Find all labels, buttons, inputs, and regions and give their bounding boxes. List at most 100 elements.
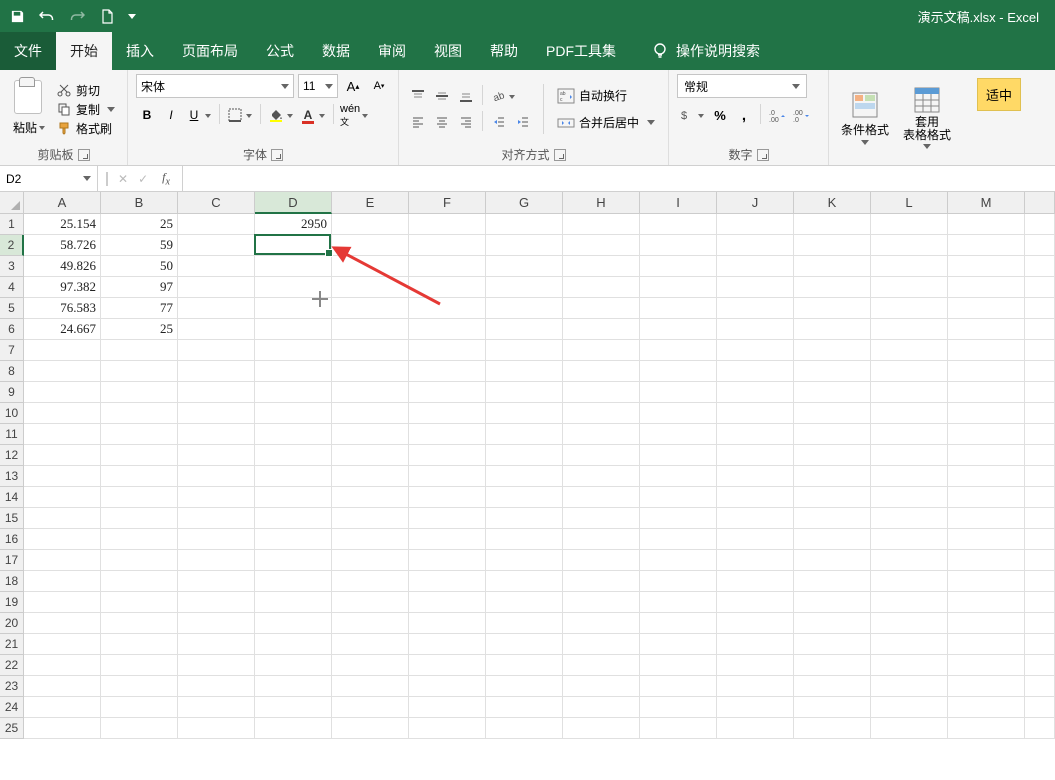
cell[interactable] — [948, 256, 1025, 277]
row-header[interactable]: 13 — [0, 466, 24, 487]
cell[interactable] — [1025, 508, 1055, 529]
cell[interactable] — [486, 718, 563, 739]
cell[interactable] — [717, 613, 794, 634]
cell[interactable] — [24, 676, 101, 697]
column-header[interactable]: M — [948, 192, 1025, 214]
cell[interactable] — [640, 550, 717, 571]
merge-center-button[interactable]: 合并后居中 — [553, 112, 659, 133]
cell[interactable] — [640, 256, 717, 277]
cell[interactable] — [101, 445, 178, 466]
cell[interactable] — [794, 214, 871, 235]
cell[interactable] — [640, 298, 717, 319]
cell[interactable] — [24, 571, 101, 592]
cell[interactable] — [178, 277, 255, 298]
column-header[interactable]: K — [794, 192, 871, 214]
cell[interactable] — [486, 235, 563, 256]
border-button[interactable] — [225, 104, 255, 126]
cell[interactable] — [178, 319, 255, 340]
cell[interactable] — [794, 361, 871, 382]
align-left-button[interactable] — [407, 111, 429, 133]
cell[interactable] — [1025, 235, 1055, 256]
cell[interactable] — [794, 466, 871, 487]
cell[interactable] — [794, 655, 871, 676]
cell[interactable] — [948, 655, 1025, 676]
cell[interactable] — [409, 319, 486, 340]
cell[interactable] — [101, 403, 178, 424]
cell[interactable] — [409, 277, 486, 298]
cell[interactable] — [871, 277, 948, 298]
cell[interactable] — [794, 529, 871, 550]
redo-button[interactable] — [66, 5, 88, 27]
cell[interactable] — [24, 487, 101, 508]
cell[interactable] — [24, 340, 101, 361]
tab-formulas[interactable]: 公式 — [252, 32, 308, 70]
cell[interactable] — [948, 697, 1025, 718]
column-header[interactable]: B — [101, 192, 178, 214]
cell[interactable] — [717, 592, 794, 613]
row-header[interactable]: 19 — [0, 592, 24, 613]
cell[interactable] — [101, 550, 178, 571]
cell[interactable] — [871, 592, 948, 613]
cell[interactable] — [948, 571, 1025, 592]
cell[interactable] — [24, 403, 101, 424]
cell[interactable] — [332, 256, 409, 277]
cell[interactable] — [409, 571, 486, 592]
row-header[interactable]: 24 — [0, 697, 24, 718]
row-header[interactable]: 12 — [0, 445, 24, 466]
number-format-select[interactable]: 常规 — [677, 74, 807, 98]
cell[interactable] — [717, 382, 794, 403]
cell[interactable] — [255, 592, 332, 613]
cell[interactable] — [332, 571, 409, 592]
cell[interactable] — [255, 382, 332, 403]
cell[interactable] — [178, 634, 255, 655]
cell[interactable] — [255, 319, 332, 340]
cell[interactable] — [101, 676, 178, 697]
cell[interactable] — [640, 466, 717, 487]
cell[interactable] — [255, 718, 332, 739]
cell[interactable] — [1025, 424, 1055, 445]
cell[interactable] — [178, 592, 255, 613]
cell[interactable] — [563, 571, 640, 592]
cell[interactable] — [332, 214, 409, 235]
cell[interactable] — [255, 424, 332, 445]
undo-button[interactable] — [36, 5, 58, 27]
cell[interactable] — [948, 424, 1025, 445]
cell[interactable] — [948, 319, 1025, 340]
cell[interactable] — [24, 613, 101, 634]
cell[interactable] — [948, 382, 1025, 403]
align-right-button[interactable] — [455, 111, 477, 133]
cell[interactable] — [563, 340, 640, 361]
cell[interactable] — [178, 508, 255, 529]
cell[interactable] — [871, 571, 948, 592]
cell[interactable] — [178, 445, 255, 466]
cell[interactable] — [640, 277, 717, 298]
cell[interactable] — [563, 424, 640, 445]
cell[interactable] — [794, 634, 871, 655]
row-header[interactable]: 25 — [0, 718, 24, 739]
cell[interactable] — [255, 256, 332, 277]
cell[interactable] — [948, 445, 1025, 466]
align-middle-button[interactable] — [431, 85, 453, 107]
cell[interactable] — [640, 382, 717, 403]
cell[interactable] — [332, 655, 409, 676]
cell[interactable] — [1025, 382, 1055, 403]
cell[interactable]: 59 — [101, 235, 178, 256]
cell[interactable] — [794, 613, 871, 634]
cell[interactable] — [1025, 592, 1055, 613]
cell[interactable] — [1025, 634, 1055, 655]
cell[interactable] — [794, 571, 871, 592]
column-header[interactable]: J — [717, 192, 794, 214]
cell[interactable] — [255, 508, 332, 529]
cell[interactable] — [486, 319, 563, 340]
cell[interactable] — [101, 424, 178, 445]
cell[interactable] — [871, 445, 948, 466]
cell[interactable] — [101, 613, 178, 634]
cell[interactable] — [409, 235, 486, 256]
cell[interactable] — [871, 298, 948, 319]
cell[interactable] — [101, 508, 178, 529]
cell[interactable] — [332, 235, 409, 256]
cell[interactable] — [332, 529, 409, 550]
cell[interactable] — [101, 718, 178, 739]
row-header[interactable]: 7 — [0, 340, 24, 361]
cell[interactable] — [948, 487, 1025, 508]
